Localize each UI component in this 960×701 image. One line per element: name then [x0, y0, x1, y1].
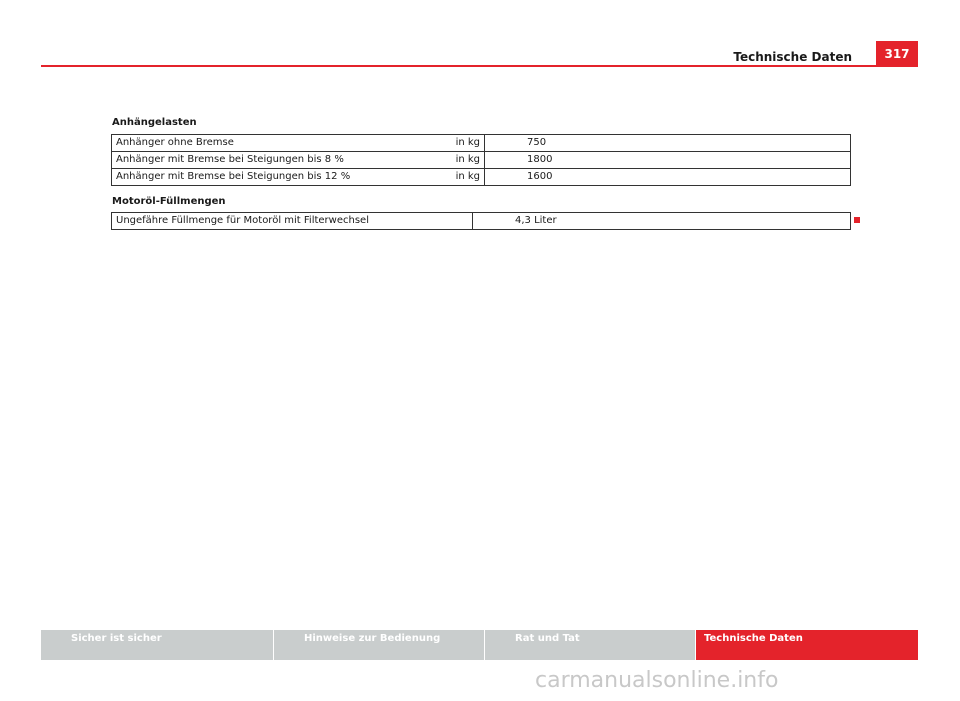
footer-nav: Sicher ist sicher Hinweise zur Bedienung… — [41, 630, 918, 660]
table-cell-label: Anhänger mit Bremse bei Steigungen bis 1… — [111, 168, 450, 186]
header-rule — [41, 65, 918, 67]
page-number-badge: 317 — [876, 41, 918, 67]
footer-tab-sicher-ist-sicher[interactable]: Sicher ist sicher — [41, 630, 273, 660]
table-row: Ungefähre Füllmenge für Motoröl mit Filt… — [111, 212, 851, 230]
table-cell-unit: in kg — [450, 168, 485, 186]
section-heading-anhaengelasten: Anhängelasten — [112, 117, 197, 128]
table-row: Anhänger mit Bremse bei Steigungen bis 1… — [111, 168, 851, 186]
section-end-marker — [854, 217, 860, 223]
table-cell-unit: in kg — [450, 134, 485, 152]
footer-tab-rat-und-tat[interactable]: Rat und Tat — [484, 630, 695, 660]
motoroel-table: Ungefähre Füllmenge für Motoröl mit Filt… — [111, 212, 851, 230]
anhaengelasten-table: Anhänger ohne Bremse in kg 750 Anhänger … — [111, 134, 851, 186]
watermark: carmanualsonline.info — [535, 668, 779, 693]
table-row: Anhänger mit Bremse bei Steigungen bis 8… — [111, 151, 851, 169]
table-cell-value: 4,3 Liter — [472, 212, 851, 230]
page-title: Technische Daten — [733, 50, 852, 64]
table-cell-unit: in kg — [450, 151, 485, 169]
footer-tab-technische-daten[interactable]: Technische Daten — [695, 630, 918, 660]
table-cell-value: 1600 — [484, 168, 851, 186]
footer-tab-hinweise-zur-bedienung[interactable]: Hinweise zur Bedienung — [273, 630, 484, 660]
table-cell-label: Ungefähre Füllmenge für Motoröl mit Filt… — [111, 212, 473, 230]
table-cell-label: Anhänger mit Bremse bei Steigungen bis 8… — [111, 151, 450, 169]
section-heading-motoroel: Motoröl-Füllmengen — [112, 196, 226, 207]
table-row: Anhänger ohne Bremse in kg 750 — [111, 134, 851, 152]
table-cell-value: 750 — [484, 134, 851, 152]
table-cell-value: 1800 — [484, 151, 851, 169]
table-cell-label: Anhänger ohne Bremse — [111, 134, 450, 152]
